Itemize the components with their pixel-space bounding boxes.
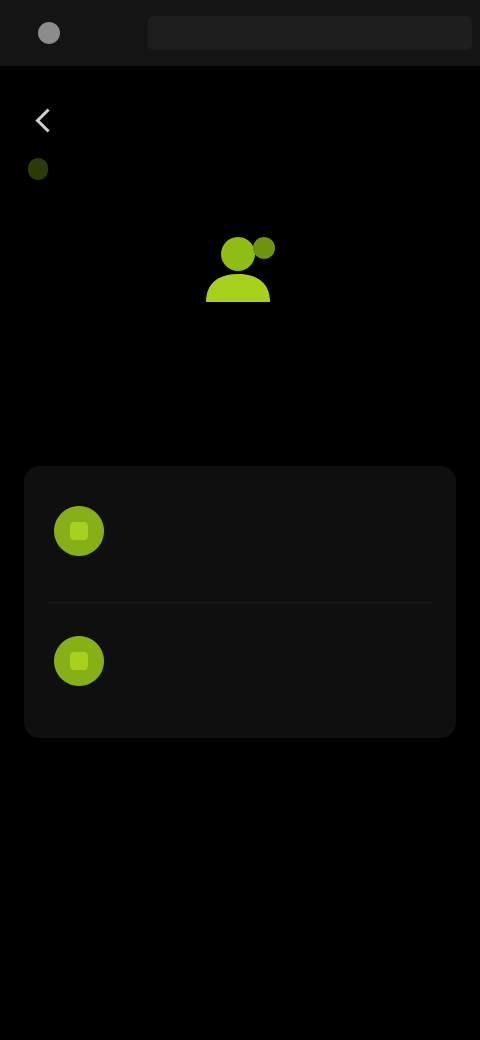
option-item-2[interactable] — [24, 606, 456, 726]
app-icon[interactable] — [38, 22, 60, 44]
user-icon-body — [206, 274, 270, 302]
user-icon-head — [221, 237, 255, 271]
option-1-icon-glyph — [70, 522, 88, 540]
back-button[interactable] — [24, 100, 64, 140]
top-bar — [0, 0, 480, 66]
chevron-left-icon — [34, 107, 60, 133]
filter-chip[interactable] — [28, 158, 48, 180]
page-header — [0, 92, 480, 144]
option-2-icon-glyph — [70, 652, 88, 670]
option-1-icon — [54, 506, 104, 556]
sub-header-row — [0, 152, 480, 186]
user-icon — [206, 237, 275, 302]
user-icon-badge — [253, 237, 275, 259]
url-bar[interactable] — [148, 16, 472, 50]
option-divider — [48, 602, 432, 603]
option-item-1[interactable] — [24, 476, 456, 596]
options-card — [24, 466, 456, 738]
option-2-icon — [54, 636, 104, 686]
